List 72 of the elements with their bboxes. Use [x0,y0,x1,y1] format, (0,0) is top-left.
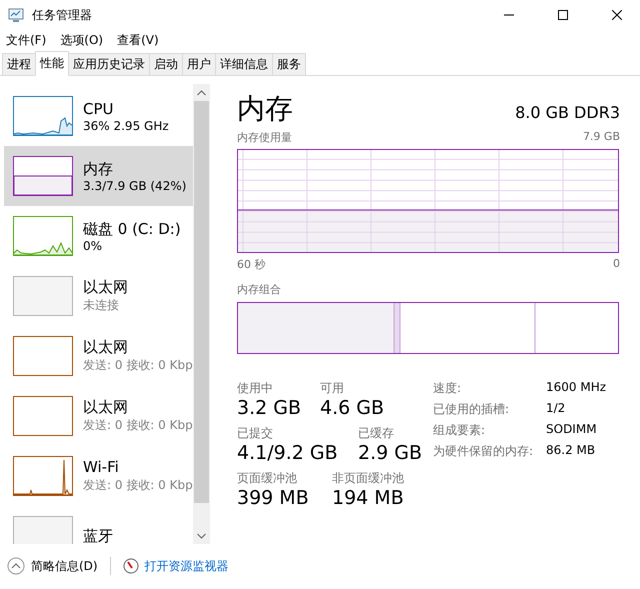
item-detail: 0% [83,238,104,252]
tab[interactable]: 服务 [272,53,306,75]
memory-spec: 8.0 GB DDR3 [515,103,620,124]
item-detail: 发送: 0 接收: 0 Kbp [83,417,193,434]
resource-monitor-link[interactable]: 打开资源监视器 [144,558,229,574]
stat-value: 3.2 GB [237,397,302,419]
property-value: SODIMM [546,422,598,438]
collapse-icon[interactable] [7,557,25,575]
sidebar-item[interactable]: 以太网 发送: 0 接收: 0 Kbp [4,326,193,386]
sidebar-item[interactable]: 内存 3.3/7.9 GB (42%) [4,146,193,206]
stat-label: 非页面缓冲池 [332,470,405,487]
time-axis-label: 0 [613,257,620,272]
maximize-icon [558,10,568,20]
fewer-details-toggle[interactable]: 简略信息(D) [31,558,98,574]
sidebar-item[interactable]: 蓝牙 [4,506,193,544]
tab[interactable]: 用户 [182,53,216,75]
item-name: 磁盘 0 (C: D:) [83,220,181,238]
stat-label: 已缓存 [358,425,395,442]
stat-label: 使用中 [237,380,274,397]
sidebar-item[interactable]: Wi-Fi 发送: 0 接收: 0 Kbp [4,446,193,506]
gauge-icon [122,558,139,574]
item-name: 蓝牙 [83,526,113,544]
tab[interactable]: 详细信息 [215,53,273,75]
item-name: 以太网 [83,398,129,417]
app-icon [8,7,24,23]
property-value: 1/2 [546,401,566,417]
property-label: 速度: [433,380,462,397]
chart-label: 内存使用量 [237,130,292,145]
item-name: 内存 [83,160,114,178]
item-name: 以太网 [83,338,129,357]
stat-label: 页面缓冲池 [237,470,298,487]
tab[interactable]: 启动 [149,53,183,75]
chevron-down-icon[interactable] [197,532,206,538]
sidebar-item[interactable]: 以太网 发送: 0 接收: 0 Kbp [4,386,193,446]
item-detail: 36% 2.95 GHz [83,118,169,132]
chevron-up-icon[interactable] [197,90,206,96]
menu-item[interactable]: 选项(O) [60,32,104,49]
stat-value: 4.1/9.2 GB [237,442,339,464]
item-detail: 3.3/7.9 GB (42%) [83,178,186,192]
tab[interactable]: 进程 [2,53,36,75]
property-label: 组成要素: [433,422,486,439]
chart-max: 7.9 GB [582,130,620,145]
sidebar-item[interactable]: 以太网 未连接 [4,266,193,326]
sidebar-item[interactable]: 磁盘 0 (C: D:) 0% [4,206,193,266]
property-label: 为硬件保留的内存: [433,443,534,460]
stat-label: 已提交 [237,425,274,442]
item-name: 以太网 [83,278,128,297]
scrollbar-thumb[interactable] [194,101,209,503]
item-name: Wi-Fi [83,458,120,477]
tab[interactable]: 性能 [35,51,69,76]
time-axis-label: 60 秒 [237,257,266,272]
close-icon [612,10,622,20]
item-detail: 发送: 0 接收: 0 Kbp [83,477,193,494]
item-detail: 发送: 0 接收: 0 Kbp [83,357,193,374]
panel-title: 内存 [237,92,293,126]
stat-value: 399 MB [237,487,310,509]
property-label: 已使用的插槽: [433,401,510,418]
item-detail: 未连接 [83,297,120,314]
stat-value: 4.6 GB [320,397,386,419]
tab[interactable]: 应用历史记录 [68,53,150,75]
property-value: 86.2 MB [546,443,596,459]
stat-value: 194 MB [332,487,405,509]
window-title: 任务管理器 [32,6,93,24]
menu-item[interactable]: 文件(F) [6,32,46,49]
section-label: 内存组合 [237,282,281,297]
stat-value: 2.9 GB [358,442,424,464]
menu-item[interactable]: 查看(V) [117,32,159,49]
scrollbar[interactable] [193,84,210,544]
item-name: CPU [83,100,114,118]
stat-label: 可用 [320,380,345,397]
sidebar-item[interactable]: CPU 36% 2.95 GHz [4,86,193,146]
property-value: 1600 MHz [546,380,606,396]
